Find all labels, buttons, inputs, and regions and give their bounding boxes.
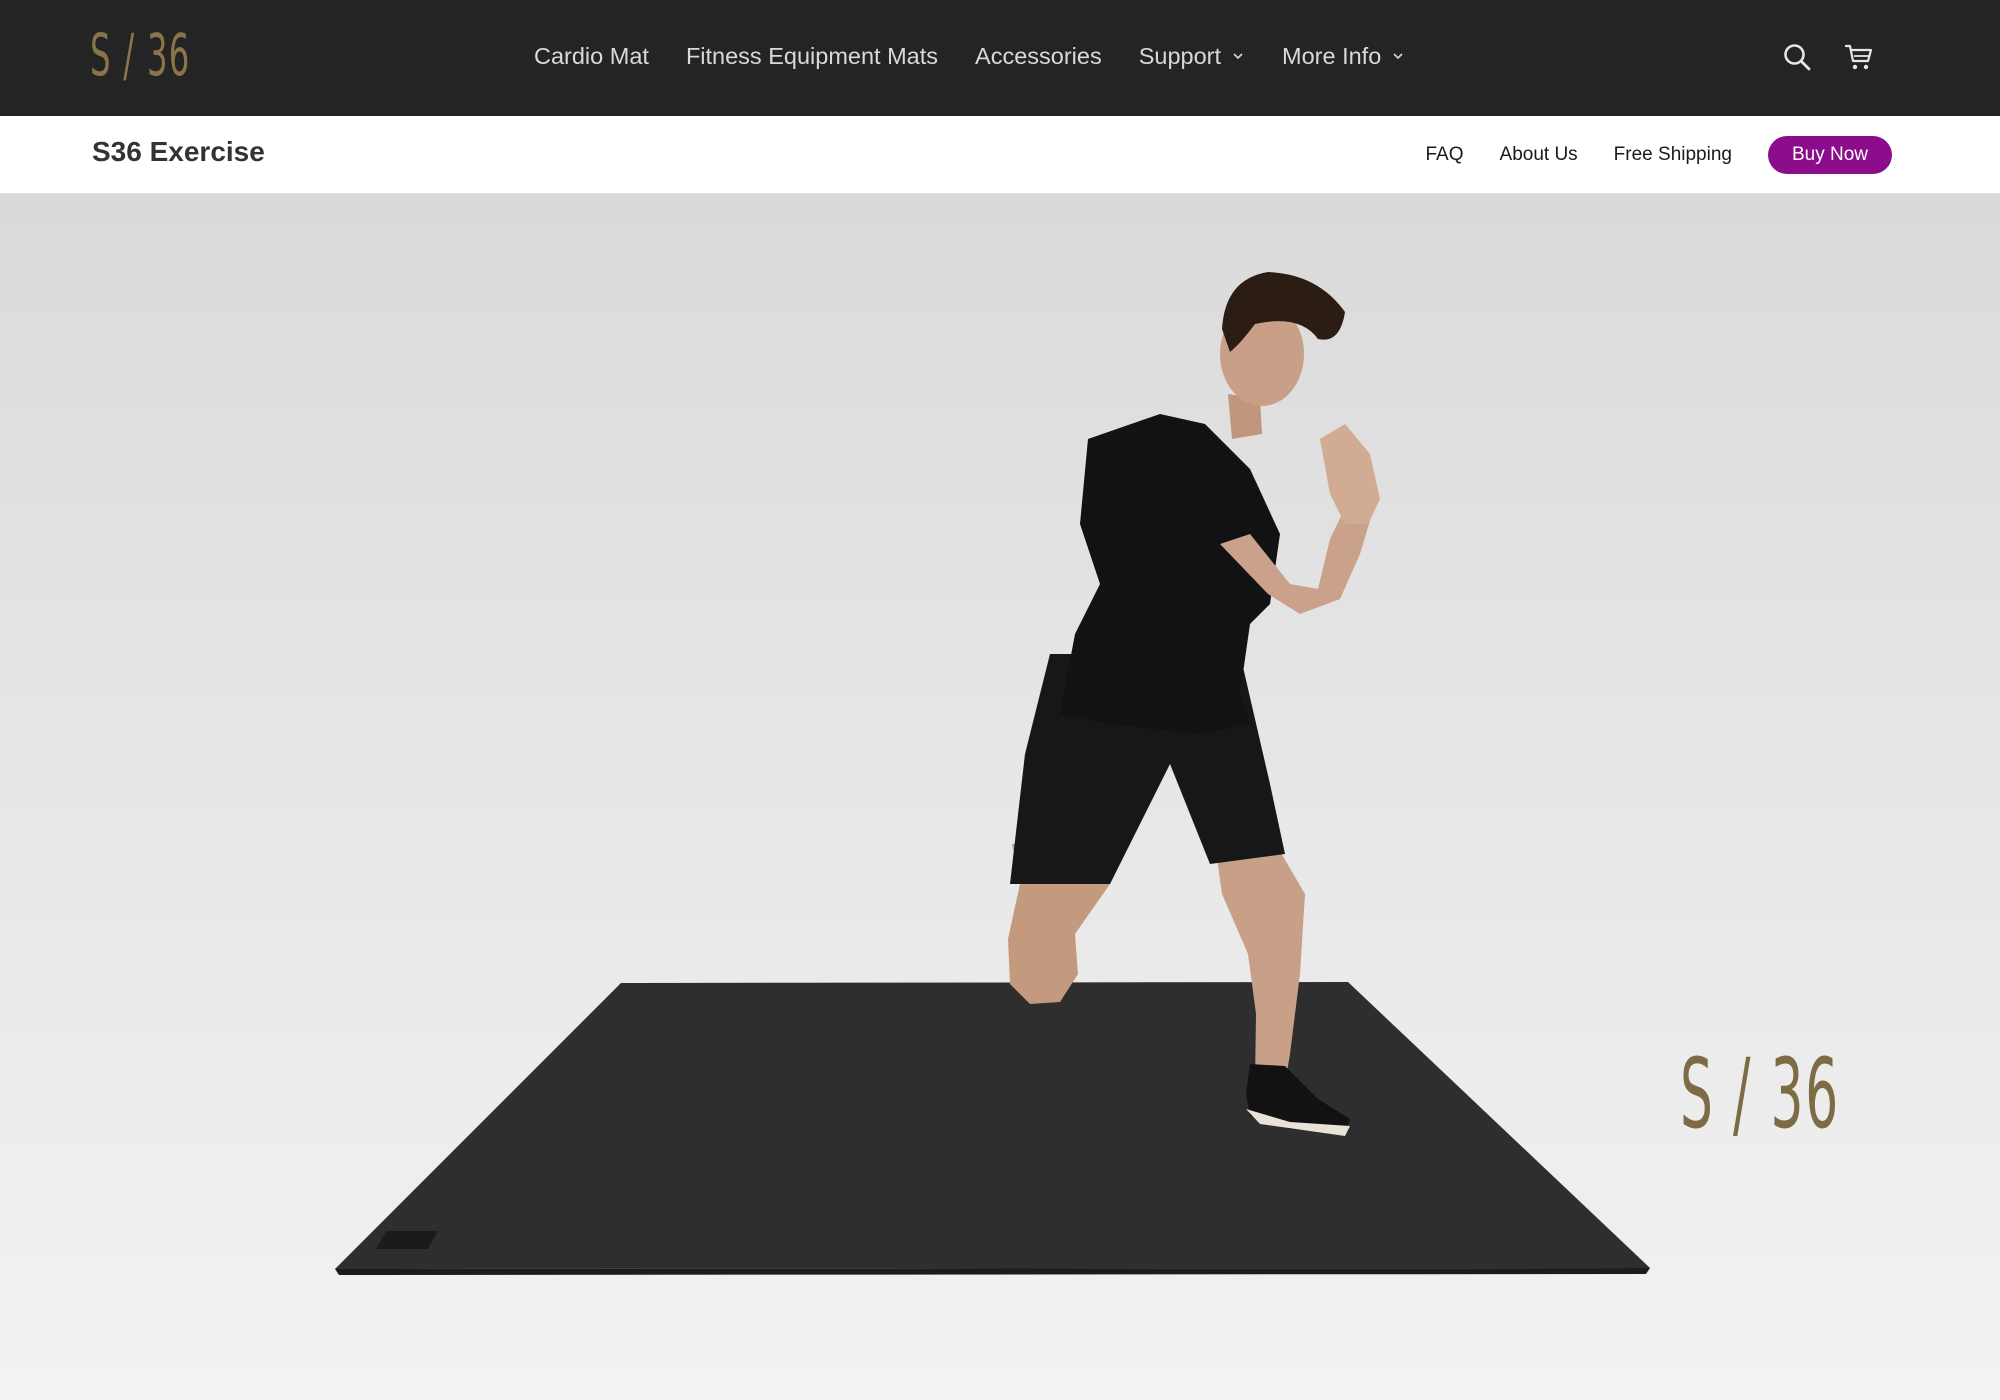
- hero-banner: S / 36: [0, 194, 2000, 1400]
- nav-item-more-info[interactable]: More Info: [1282, 43, 1405, 70]
- search-icon[interactable]: [1780, 40, 1814, 74]
- page-title: S36 Exercise: [92, 136, 265, 167]
- chevron-down-icon[interactable]: [1391, 49, 1405, 63]
- sub-nav: FAQ About Us Free Shipping Buy Now: [1390, 136, 1892, 174]
- exercise-mat: [335, 982, 1650, 1269]
- chevron-down-icon[interactable]: [1231, 49, 1245, 63]
- nav-item-label[interactable]: More Info: [1282, 43, 1381, 70]
- main-nav: Cardio Mat Fitness Equipment Mats Access…: [534, 0, 1442, 112]
- cart-icon[interactable]: [1842, 40, 1876, 74]
- top-header: S / 36 Cardio Mat Fitness Equipment Mats…: [0, 0, 2000, 116]
- nav-item-cardio-mat[interactable]: Cardio Mat: [534, 43, 649, 70]
- nav-item-label[interactable]: Support: [1139, 43, 1221, 70]
- header-icons: [1780, 40, 1904, 74]
- about-us-link[interactable]: About Us: [1500, 144, 1578, 166]
- mat-label: [375, 1231, 439, 1249]
- site-logo[interactable]: S / 36: [90, 21, 252, 89]
- nav-item-label[interactable]: Cardio Mat: [534, 43, 649, 70]
- logo-text[interactable]: S / 36: [90, 21, 191, 89]
- nav-item-accessories[interactable]: Accessories: [975, 43, 1102, 70]
- faq-link[interactable]: FAQ: [1426, 144, 1464, 166]
- hero-logo: S / 36: [1680, 1038, 1947, 1150]
- nav-item-fitness-equipment-mats[interactable]: Fitness Equipment Mats: [686, 43, 938, 70]
- nav-item-support[interactable]: Support: [1139, 43, 1245, 70]
- nav-item-label[interactable]: Accessories: [975, 43, 1102, 70]
- nav-item-label[interactable]: Fitness Equipment Mats: [686, 43, 938, 70]
- sub-header: S36 Exercise FAQ About Us Free Shipping …: [0, 116, 2000, 194]
- free-shipping-link[interactable]: Free Shipping: [1614, 144, 1732, 166]
- hero-logo-text: S / 36: [1680, 1038, 1841, 1150]
- hero-image: [335, 272, 1650, 1275]
- buy-now-button[interactable]: Buy Now: [1767, 136, 1892, 174]
